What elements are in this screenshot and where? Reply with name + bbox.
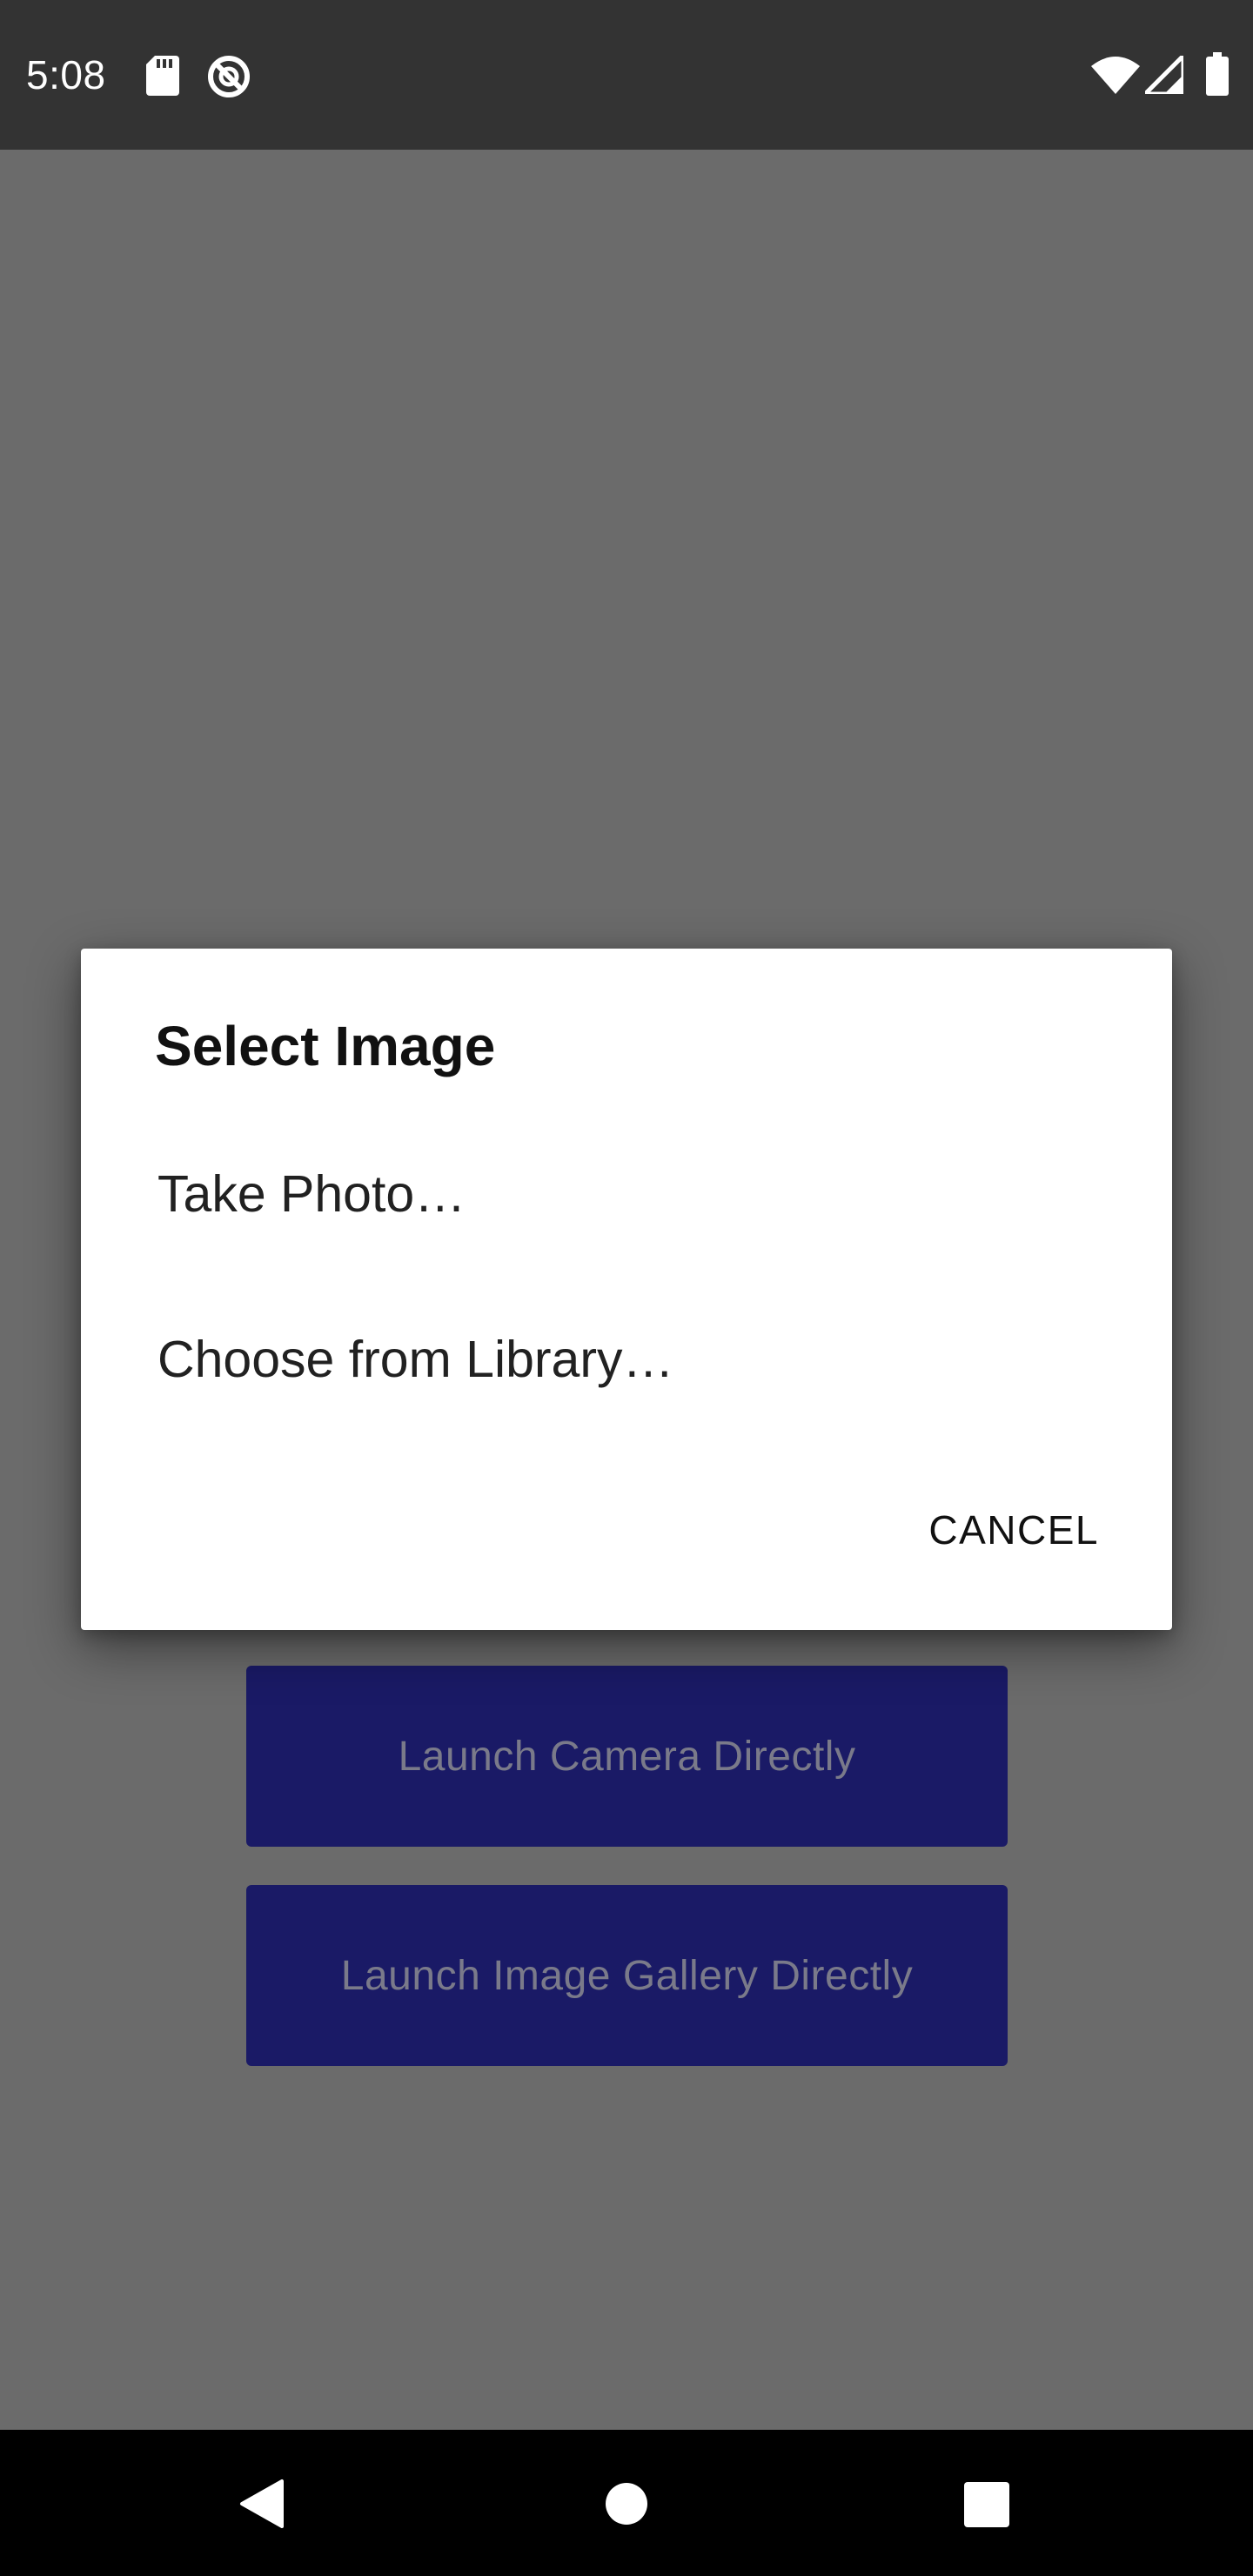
back-icon[interactable] xyxy=(237,2478,285,2530)
select-image-dialog: Select Image Take Photo… Choose from Lib… xyxy=(81,949,1172,1630)
status-bar: 5:08 xyxy=(0,0,1253,150)
choose-from-library-option[interactable]: Choose from Library… xyxy=(157,1325,674,1394)
launch-gallery-label: Launch Image Gallery Directly xyxy=(340,1952,914,1999)
launch-camera-button[interactable]: Launch Camera Directly xyxy=(246,1666,1008,1847)
cancel-button[interactable]: CANCEL xyxy=(928,1504,1099,1556)
dialog-title: Select Image xyxy=(155,1015,496,1077)
take-photo-option[interactable]: Take Photo… xyxy=(157,1159,466,1229)
launch-gallery-button[interactable]: Launch Image Gallery Directly xyxy=(246,1885,1008,2066)
battery-icon xyxy=(1206,52,1229,96)
signal-icon xyxy=(1145,56,1183,94)
navigation-bar xyxy=(0,2430,1253,2576)
status-time: 5:08 xyxy=(26,52,106,97)
home-icon[interactable] xyxy=(605,2482,648,2526)
recents-icon[interactable] xyxy=(964,2482,1009,2527)
wifi-icon xyxy=(1091,57,1140,94)
sd-card-icon xyxy=(146,56,179,96)
launch-camera-label: Launch Camera Directly xyxy=(398,1733,856,1780)
no-disturb-icon xyxy=(208,56,250,97)
